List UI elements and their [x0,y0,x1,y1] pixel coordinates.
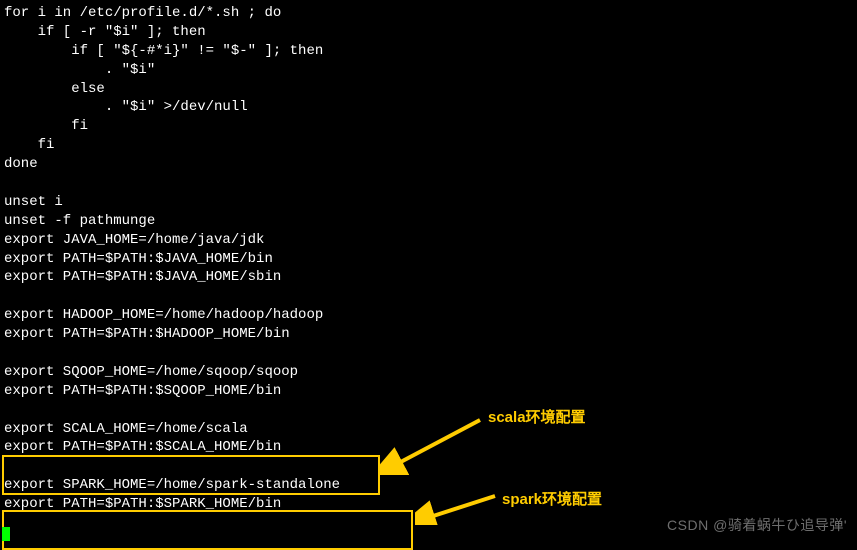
spark-annotation-label: spark环境配置 [502,488,602,509]
watermark-text: CSDN @骑着蜗牛ひ追导弹' [667,515,847,535]
terminal-cursor [2,527,10,541]
terminal-output: for i in /etc/profile.d/*.sh ; do if [ -… [0,0,857,518]
scala-annotation-label: scala环境配置 [488,406,586,427]
